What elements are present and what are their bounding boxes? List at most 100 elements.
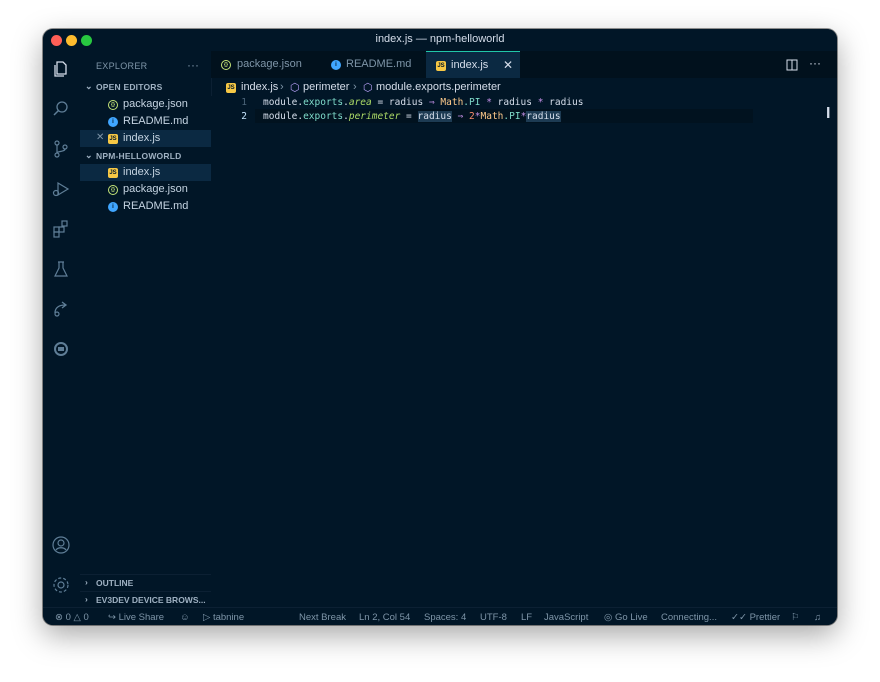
chevron-right-icon: › — [280, 81, 284, 93]
live-share-label: Live Share — [118, 612, 165, 623]
encoding[interactable]: UTF-8 — [480, 612, 507, 623]
js-file-icon: JS — [108, 168, 118, 178]
extensions-icon[interactable] — [51, 219, 71, 239]
token: radius — [417, 111, 452, 122]
code-line-2[interactable]: module.exports.perimeter = radius ⇒ 2*Ma… — [263, 111, 561, 122]
split-editor-icon[interactable] — [786, 58, 798, 71]
file-name: index.js — [123, 132, 161, 144]
token: radius — [543, 97, 584, 108]
token: .PI — [503, 111, 521, 122]
error-count: 0 — [65, 612, 71, 623]
broadcast-icon[interactable]: ⚐ — [791, 612, 800, 623]
info-file-icon: i — [108, 117, 118, 127]
chevron-down-icon: ⌄ — [85, 150, 93, 160]
token: radius — [526, 111, 561, 122]
info-file-icon: i — [108, 202, 118, 212]
title-bar: index.js — npm-helloworld — [43, 29, 837, 51]
token: module — [263, 111, 298, 122]
project-label: NPM-HELLOWORLD — [96, 151, 182, 161]
breadcrumb: JS index.js › ⬡ perimeter › ⬡ module.exp… — [211, 78, 837, 96]
language-mode[interactable]: JavaScript — [544, 612, 588, 623]
tree-item-package-json[interactable]: {} package.json — [80, 181, 211, 198]
run-debug-icon[interactable] — [51, 179, 71, 199]
token: Math — [480, 111, 504, 122]
open-editors-label: OPEN EDITORS — [96, 82, 163, 92]
file-name: index.js — [123, 166, 161, 178]
token: exports — [303, 97, 344, 108]
tab-label: package.json — [237, 58, 302, 70]
tree-item-readme[interactable]: i README.md — [80, 198, 211, 215]
close-icon[interactable]: ✕ — [96, 132, 104, 143]
file-name: README.md — [123, 115, 189, 127]
code-editor[interactable]: 1 2 module.exports.area = radius ⇒ Math.… — [211, 96, 837, 607]
vscode-window: index.js — npm-helloworld EXPLORER ··· ⌄… — [43, 29, 837, 625]
code-line-1[interactable]: module.exports.area = radius ⇒ Math.PI *… — [263, 97, 583, 108]
live-share-button[interactable]: ↪ Live Share — [108, 612, 164, 623]
symbol-icon: ⬡ — [363, 82, 373, 94]
feedback-icon[interactable]: ☺ — [180, 612, 190, 623]
window-title: index.js — npm-helloworld — [375, 33, 505, 45]
files-icon[interactable] — [51, 59, 71, 79]
ev3dev-label: EV3DEV DEVICE BROWS... — [96, 595, 206, 605]
tab-package-json[interactable]: {} package.json — [211, 51, 319, 78]
js-file-icon: JS — [436, 61, 446, 71]
source-control-icon[interactable] — [51, 139, 71, 159]
tabnine-label: tabnine — [212, 612, 245, 623]
outline-section[interactable]: › OUTLINE — [80, 574, 211, 591]
go-live-button[interactable]: ◎ Go Live — [604, 612, 648, 623]
warning-count: 0 — [83, 612, 89, 623]
tabnine-button[interactable]: ▷ tabnine — [203, 612, 244, 623]
token: = — [400, 111, 418, 122]
go-live-label: Go Live — [614, 612, 648, 623]
text-cursor-icon: I — [826, 105, 831, 122]
editor-tabs: {} package.json i README.md JS index.js … — [211, 51, 837, 78]
token: .PI — [463, 97, 487, 108]
account-icon[interactable] — [51, 535, 71, 555]
breadcrumb-file[interactable]: index.js — [241, 81, 278, 93]
next-break[interactable]: Next Break — [299, 612, 346, 623]
open-editor-package-json[interactable]: {} package.json — [80, 96, 211, 113]
breadcrumb-symbol-exports[interactable]: module.exports.perimeter — [376, 81, 501, 93]
prettier-label: Prettier — [749, 612, 781, 623]
tab-label: README.md — [346, 58, 412, 70]
line-number: 1 — [241, 97, 247, 108]
open-editor-readme[interactable]: i README.md — [80, 113, 211, 130]
explorer-sidebar: EXPLORER ··· ⌄ OPEN EDITORS {} package.j… — [80, 51, 212, 607]
settings-gear-icon[interactable] — [51, 575, 71, 595]
indentation[interactable]: Spaces: 4 — [424, 612, 466, 623]
project-section[interactable]: ⌄ NPM-HELLOWORLD — [80, 148, 211, 164]
live-share-icon[interactable] — [51, 299, 71, 319]
explorer-more-button[interactable]: ··· — [187, 58, 199, 72]
connecting-status[interactable]: Connecting... — [661, 612, 717, 623]
device-icon[interactable] — [51, 339, 71, 359]
prettier-button[interactable]: ✓✓ Prettier — [731, 612, 780, 623]
search-icon[interactable] — [51, 99, 71, 119]
problems-indicator[interactable]: ⊗ 0 △ 0 — [55, 612, 89, 623]
bell-icon[interactable]: ♫ — [814, 612, 821, 623]
js-file-icon: JS — [108, 134, 118, 144]
more-actions-icon[interactable]: ··· — [809, 56, 821, 70]
file-name: package.json — [123, 183, 188, 195]
symbol-icon: ⬡ — [290, 82, 300, 94]
chevron-right-icon: › — [85, 594, 88, 604]
token: radius — [491, 97, 538, 108]
ev3dev-section[interactable]: › EV3DEV DEVICE BROWS... — [80, 591, 211, 608]
tab-label: index.js — [451, 59, 489, 71]
testing-icon[interactable] — [51, 259, 71, 279]
line-endings[interactable]: LF — [521, 612, 532, 623]
token: module — [263, 97, 298, 108]
breadcrumb-symbol-perimeter[interactable]: perimeter — [303, 81, 349, 93]
json-file-icon: {} — [108, 185, 118, 195]
tab-readme[interactable]: i README.md — [319, 51, 426, 78]
token: = radius — [371, 97, 429, 108]
token: perimeter — [348, 111, 401, 122]
token: Math — [440, 97, 464, 108]
open-editors-section[interactable]: ⌄ OPEN EDITORS — [80, 79, 211, 95]
json-file-icon: {} — [221, 60, 231, 70]
close-icon[interactable]: ✕ — [503, 58, 513, 72]
tree-item-index-js[interactable]: JS index.js — [80, 164, 211, 181]
explorer-title: EXPLORER — [96, 61, 148, 71]
cursor-position[interactable]: Ln 2, Col 54 — [359, 612, 410, 623]
open-editor-index-js[interactable]: ✕ JS index.js — [80, 130, 211, 147]
tab-index-js[interactable]: JS index.js ✕ — [426, 51, 520, 78]
